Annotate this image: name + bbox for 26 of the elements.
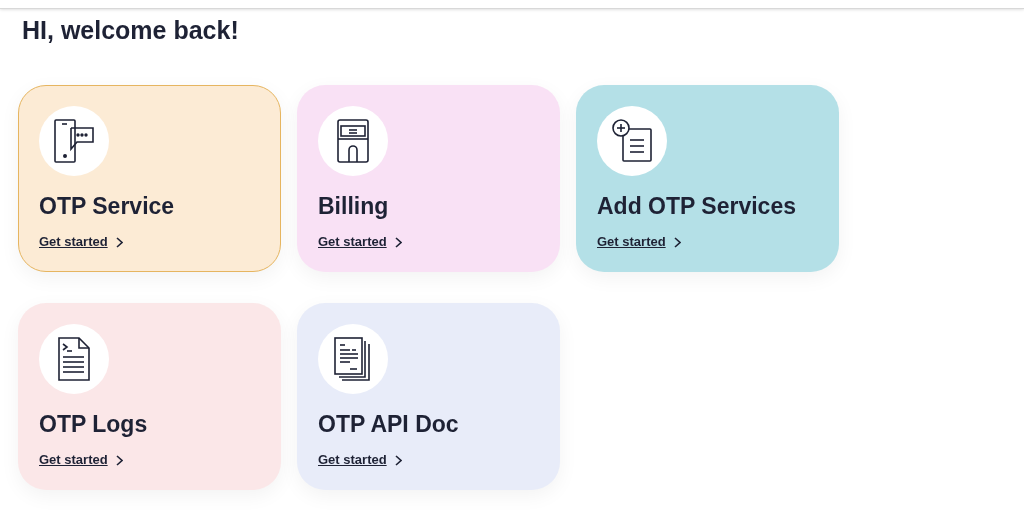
card-title: Billing xyxy=(318,193,390,220)
service-card[interactable]: Billing Get started xyxy=(297,85,560,272)
service-card[interactable]: OTP Logs Get started xyxy=(18,303,281,490)
service-card[interactable]: OTP API Doc Get started xyxy=(297,303,560,490)
get-started-link[interactable]: Get started xyxy=(39,452,108,467)
add-document-icon xyxy=(611,119,653,163)
chevron-right-icon xyxy=(394,237,402,248)
service-card[interactable]: OTP Service Get started xyxy=(18,85,281,272)
card-title: OTP API Doc xyxy=(318,411,460,438)
chevron-right-icon xyxy=(115,455,123,466)
phone-chat-icon xyxy=(53,119,95,163)
chevron-right-icon xyxy=(115,237,123,248)
get-started-link[interactable]: Get started xyxy=(318,452,387,467)
card-title: Add OTP Services xyxy=(597,193,797,220)
get-started-link[interactable]: Get started xyxy=(39,234,108,249)
document-icon xyxy=(57,337,91,381)
card-title: OTP Logs xyxy=(39,411,149,438)
get-started-link[interactable]: Get started xyxy=(318,234,387,249)
chevron-right-icon xyxy=(673,237,681,248)
get-started-link[interactable]: Get started xyxy=(597,234,666,249)
document-stack-icon xyxy=(334,337,372,381)
welcome-heading: HI, welcome back! xyxy=(22,15,240,45)
cash-register-icon xyxy=(336,119,370,163)
chevron-right-icon xyxy=(394,455,402,466)
card-title: OTP Service xyxy=(39,193,176,220)
service-card[interactable]: Add OTP Services Get started xyxy=(576,85,839,272)
